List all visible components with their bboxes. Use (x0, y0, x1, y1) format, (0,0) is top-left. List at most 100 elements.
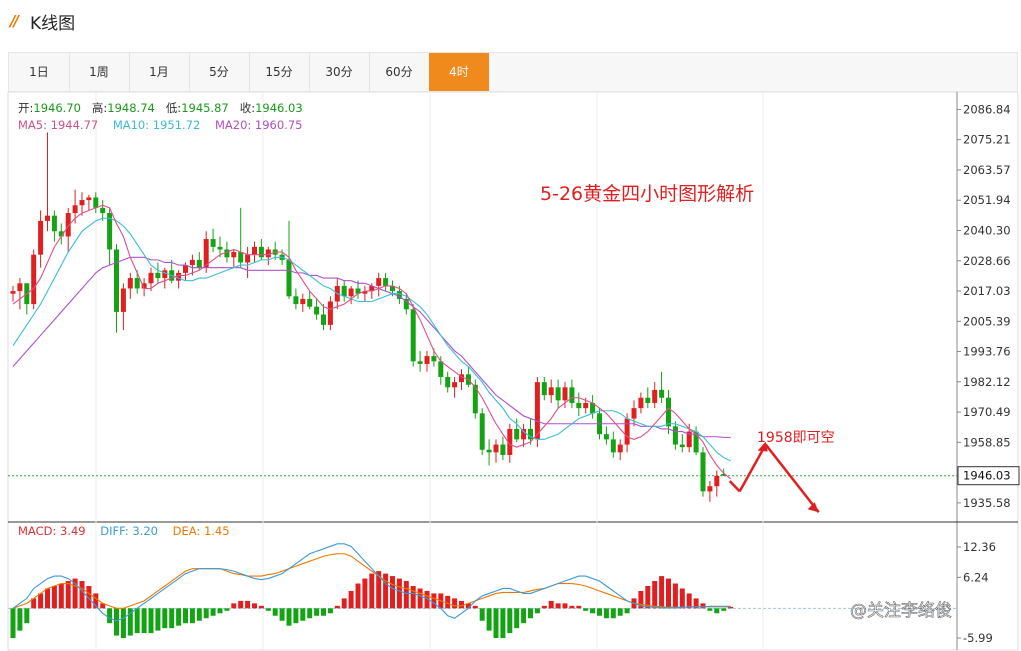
candle-body (624, 418, 630, 445)
ma5-value: 1944.77 (50, 118, 99, 132)
ytick-label-8: 1993.76 (963, 345, 1011, 359)
macd-bar (583, 608, 589, 611)
candle-body (631, 408, 637, 419)
candle-body (583, 402, 589, 409)
macd-bar (279, 608, 285, 621)
candle-body (541, 382, 547, 396)
macd-bar (493, 608, 499, 639)
macd-bar (65, 581, 71, 609)
candle-body (714, 475, 720, 487)
macd-bar (514, 608, 520, 629)
macd-bar (321, 608, 326, 616)
ytick-label-0: 2086.84 (963, 102, 1011, 116)
low-label: 低: (165, 101, 182, 115)
candle-body (348, 288, 354, 297)
ytick-label-3: 2051.94 (963, 193, 1011, 207)
macd-bar (286, 608, 292, 626)
candle-body (38, 220, 44, 255)
macd-bar (231, 603, 237, 609)
candle-body (217, 246, 223, 250)
macd-value: 3.49 (60, 524, 86, 538)
candle-body (72, 205, 78, 214)
candle-body (438, 361, 444, 377)
macd-bar (445, 595, 451, 609)
tab-6[interactable]: 30分 (309, 53, 370, 91)
arrow-seg-3 (764, 443, 820, 513)
candle-body (10, 291, 16, 294)
macd-bar (245, 600, 251, 609)
candle-body (493, 444, 499, 453)
macd-bar (79, 581, 85, 609)
macd-bar (327, 608, 333, 614)
macd-bar (390, 576, 395, 609)
candle-body (258, 246, 264, 258)
ma5-label: MA5: (18, 118, 47, 132)
candle-body (569, 387, 575, 403)
ytick-label-7: 2005.39 (963, 314, 1011, 328)
ma10-value: 1951.72 (152, 118, 201, 132)
logo-icon: // (10, 12, 19, 30)
macd-bar (258, 605, 264, 609)
macd-bar (590, 608, 596, 614)
macd-label: MACD: (18, 524, 57, 538)
macd-bar (576, 605, 582, 609)
candle-body (51, 215, 57, 232)
kline-chart: 2086.84 2075.21 2063.57 2051.94 2040.30 2028.… (7, 92, 1020, 651)
candle-body (500, 444, 506, 455)
chart-frame (7, 92, 1019, 651)
close-label: 收: (239, 101, 256, 115)
macd-bar (141, 608, 147, 634)
candle-body (127, 278, 133, 289)
macd-bar (659, 576, 665, 609)
tab-1[interactable]: 1日 (9, 53, 70, 91)
macd-bar (134, 608, 140, 634)
macd-bar (486, 608, 492, 631)
macd-bar (396, 578, 402, 609)
macd-bar (548, 600, 554, 609)
macd-bar (672, 583, 678, 609)
candle-body (548, 387, 554, 396)
low-value: 1945.87 (181, 101, 229, 115)
macd-ytick-label-0: 12.36 (963, 540, 996, 554)
macd-bar (224, 608, 230, 611)
candle-body (224, 249, 230, 258)
macd-bar (528, 608, 533, 619)
macd-bar (507, 608, 513, 634)
candle-body (376, 278, 382, 286)
high-value: 1948.74 (107, 101, 155, 115)
macd-bar (603, 608, 609, 619)
tab-4[interactable]: 5分 (189, 53, 250, 91)
candle-body (417, 361, 423, 364)
candle-body (93, 197, 99, 208)
ma-readout: MA5: 1944.77 MA10: 1951.72 MA20: 1960.75 (18, 118, 302, 132)
macd-bar (203, 608, 209, 619)
macd-bar (196, 608, 202, 621)
macd-bar (555, 603, 561, 609)
macd-bar (383, 573, 389, 609)
annotation-target: 1958即可空 (757, 430, 835, 446)
tab-7[interactable]: 60分 (369, 53, 430, 91)
tab-2[interactable]: 1周 (69, 53, 130, 91)
candle-body (17, 283, 23, 292)
candle-body (120, 288, 126, 312)
tab-8[interactable]: 4时 (429, 53, 489, 91)
candle-body (645, 397, 651, 403)
macd-bar (541, 605, 547, 609)
macd-bar (169, 608, 175, 629)
macd-bar (300, 608, 306, 621)
candle-body (86, 197, 92, 201)
candle-body (134, 278, 140, 289)
ytick-label-5: 2028.66 (963, 254, 1011, 268)
high-label: 高: (91, 101, 108, 115)
tab-5[interactable]: 15分 (249, 53, 310, 91)
macd-bar (210, 608, 216, 616)
ytick-label-9: 1982.12 (963, 375, 1011, 389)
diff-value: 3.20 (132, 524, 158, 538)
macd-bar (521, 608, 527, 624)
tab-3[interactable]: 1月 (129, 53, 190, 91)
macd-bar (314, 608, 320, 616)
macd-bar (58, 583, 64, 609)
candle-body (562, 387, 568, 401)
candle-body (659, 389, 665, 398)
macd-bar (624, 608, 630, 614)
